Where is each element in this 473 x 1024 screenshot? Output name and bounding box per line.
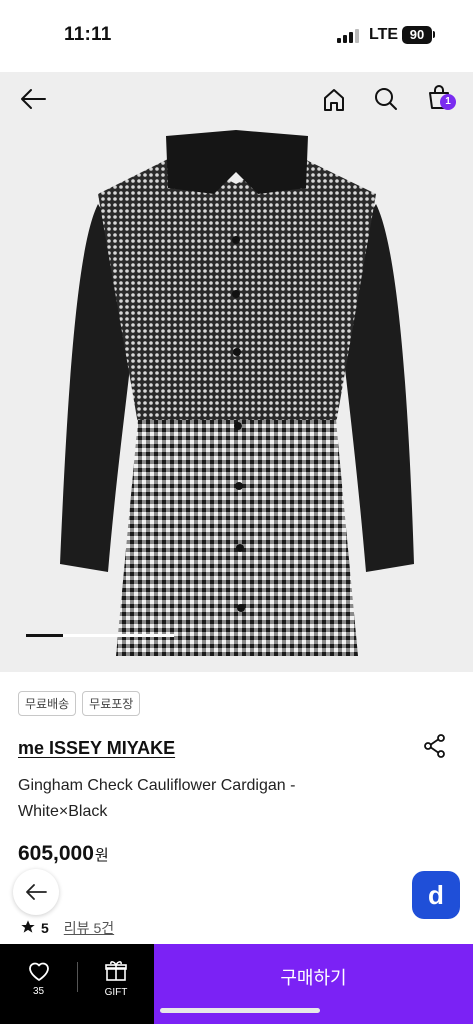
free-shipping-badge: 무료배송 — [18, 691, 77, 716]
search-icon[interactable] — [371, 84, 401, 114]
free-wrapping-badge: 무료포장 — [82, 691, 141, 716]
product-name: Gingham Check Cauliflower Cardigan - Whi… — [18, 777, 296, 820]
wishlist-count: 35 — [32, 986, 45, 997]
signal-icon — [337, 29, 361, 43]
battery-tip — [433, 31, 435, 38]
product-image — [60, 130, 414, 656]
badge-list: 무료배송 무료포장 — [18, 691, 141, 716]
price-unit: 원 — [94, 847, 109, 864]
cart-count-badge: 1 — [440, 94, 456, 110]
gallery-progress — [26, 634, 174, 637]
floating-back-button[interactable] — [13, 869, 59, 915]
gift-label: GIFT — [104, 987, 128, 998]
status-bar: 11:11 LTE 90 — [0, 0, 473, 72]
review-link[interactable]: 리뷰 5건 — [64, 918, 114, 938]
share-icon[interactable] — [422, 733, 448, 759]
rating-row: 5 리뷰 5건 — [20, 918, 114, 938]
back-arrow-icon — [26, 884, 47, 900]
rating-value: 5 — [41, 920, 49, 936]
product-gallery[interactable]: 1 — [0, 72, 473, 672]
gift-button[interactable]: GIFT — [78, 944, 154, 1024]
price-value: 605,000 — [18, 842, 94, 865]
d-app-button[interactable]: d — [412, 871, 460, 919]
gift-icon — [105, 961, 127, 981]
battery-icon: 90 — [402, 26, 432, 44]
network-label: LTE — [369, 26, 399, 43]
star-icon — [20, 919, 36, 938]
gallery-progress-fill — [26, 634, 63, 637]
cart-icon[interactable]: 1 — [424, 82, 456, 112]
product-price: 605,000원 — [18, 842, 109, 866]
home-icon[interactable] — [319, 85, 349, 115]
home-indicator — [160, 1008, 320, 1013]
brand-link[interactable]: me ISSEY MIYAKE — [18, 738, 175, 759]
back-arrow-icon[interactable] — [18, 84, 48, 114]
status-time: 11:11 — [64, 24, 112, 45]
heart-icon — [28, 962, 49, 981]
wishlist-button[interactable]: 35 — [0, 944, 77, 1024]
